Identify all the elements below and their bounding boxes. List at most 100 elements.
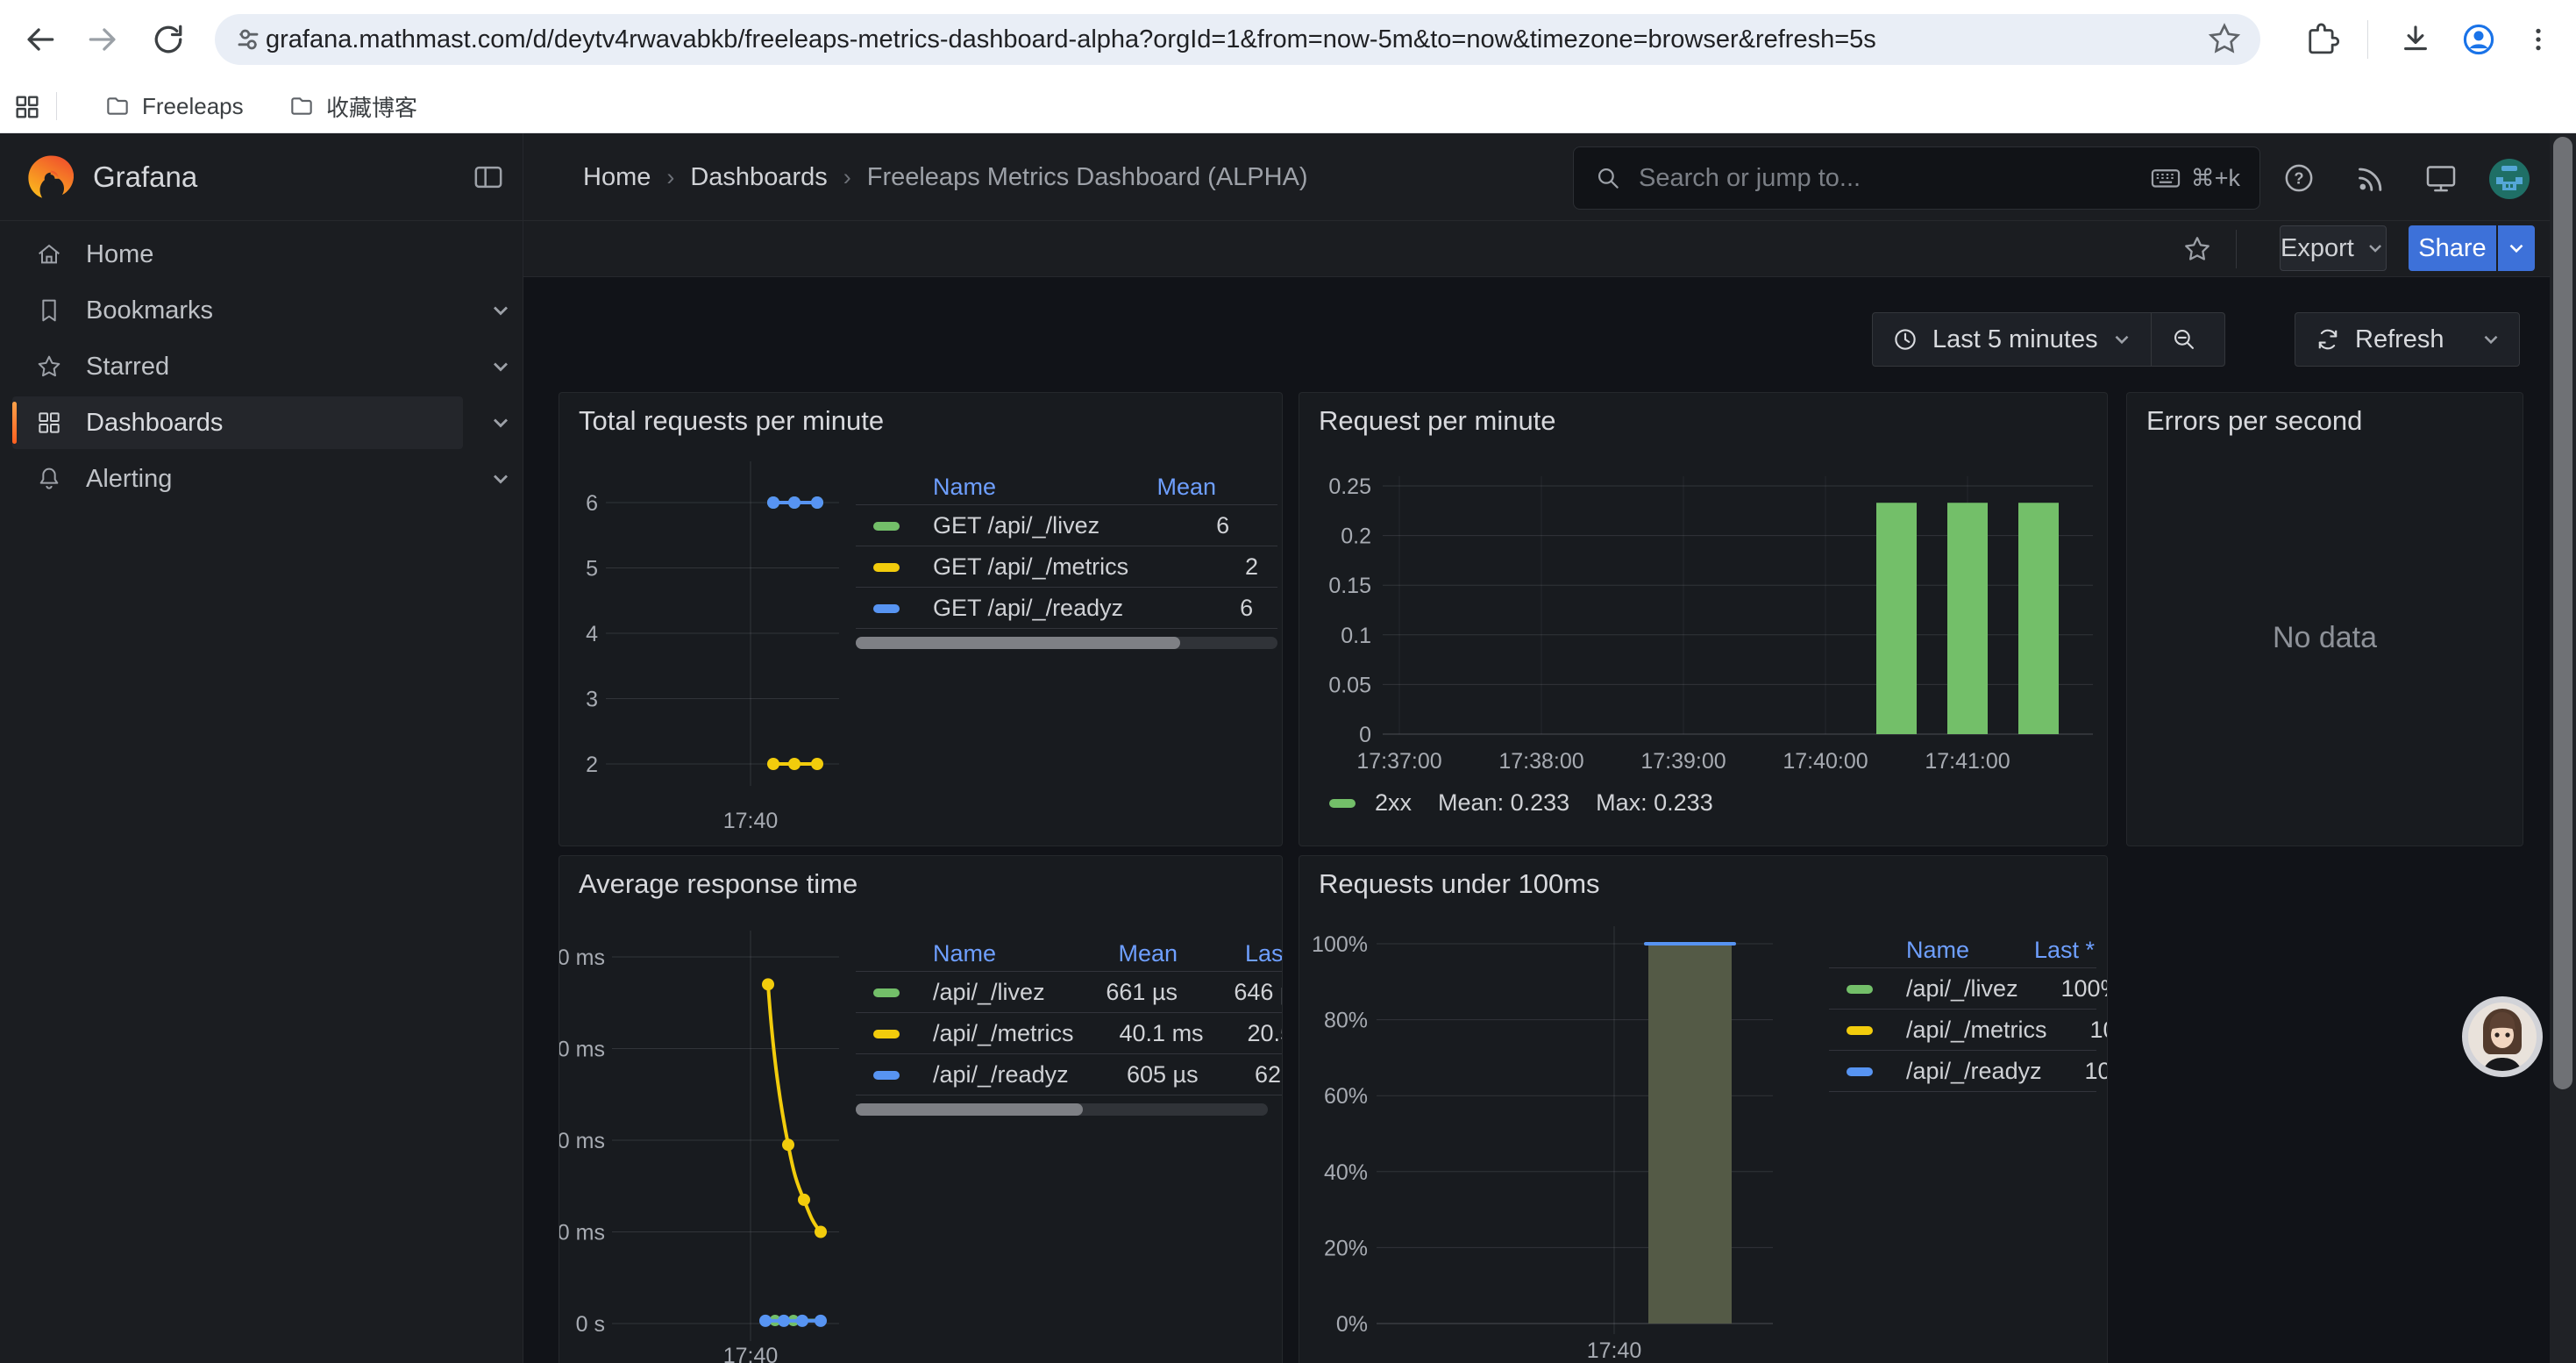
legend-table: NameMeanLast */api/_/livez661 µs646 µs/a… (856, 937, 1283, 1116)
series-color-swatch (873, 522, 900, 531)
legend-row[interactable]: /api/_/metrics100% (1829, 1010, 2096, 1051)
legend-swatch (1329, 799, 1356, 808)
sidebar-item-starred[interactable]: Starred (12, 340, 463, 393)
clock-icon (1890, 325, 1920, 354)
legend-row[interactable]: /api/_/livez100% (1829, 968, 2096, 1010)
legend-row[interactable]: GET /api/_/metrics2 (856, 546, 1277, 588)
svg-text:0.25: 0.25 (1328, 475, 1371, 499)
refresh-interval-dropdown[interactable] (2462, 313, 2520, 366)
refresh-button[interactable]: Refresh (2295, 313, 2462, 366)
panel-errors-per-second: Errors per second No data (2126, 392, 2523, 846)
browser-back-button[interactable] (20, 20, 59, 59)
refresh-icon (2313, 325, 2343, 354)
help-icon[interactable]: ? (2281, 161, 2316, 196)
legend-row[interactable]: GET /api/_/readyz6 (856, 588, 1277, 629)
share-dropdown-button[interactable] (2498, 225, 2535, 271)
site-info-icon[interactable] (231, 22, 266, 57)
url-text[interactable]: grafana.mathmast.com/d/deytv4rwavabkb/fr… (266, 25, 1876, 54)
chevron-down-icon[interactable] (488, 298, 513, 323)
sidebar-item-home[interactable]: Home (12, 228, 463, 281)
svg-text:60 ms: 60 ms (559, 1038, 605, 1062)
bell-icon (35, 465, 63, 493)
breadcrumb-dashboards[interactable]: Dashboards (690, 163, 827, 192)
browser-menu-icon[interactable] (2519, 20, 2558, 59)
legend-row[interactable]: /api/_/metrics40.1 ms20.5 ms (856, 1013, 1283, 1054)
svg-text:60%: 60% (1324, 1084, 1368, 1109)
legend-header[interactable]: NameMeanLast * (856, 937, 1283, 972)
svg-text:80 ms: 80 ms (559, 946, 605, 970)
panel-title[interactable]: Errors per second (2146, 405, 2362, 437)
search-input[interactable] (1637, 163, 2149, 194)
address-bar[interactable]: grafana.mathmast.com/d/deytv4rwavabkb/fr… (215, 14, 2260, 65)
zoom-out-icon (2169, 325, 2199, 354)
request-per-minute-chart[interactable]: 0.250.20.150.10.05017:37:0017:38:0017:39… (1299, 393, 2108, 788)
legend-h-scrollbar[interactable] (856, 1103, 1268, 1116)
legend-h-scrollbar[interactable] (856, 637, 1277, 649)
page-scrollbar[interactable] (2550, 133, 2576, 1363)
profile-icon[interactable] (2459, 20, 2498, 59)
chevron-down-icon[interactable] (488, 354, 513, 379)
svg-text:20%: 20% (1324, 1236, 1368, 1260)
chevron-down-icon (2365, 237, 2386, 260)
panel-request-per-minute: Request per minute 0.250.20.150.10.05017… (1299, 392, 2108, 846)
svg-text:0: 0 (1359, 723, 1371, 747)
svg-text:3: 3 (586, 688, 598, 712)
browser-reload-button[interactable] (149, 20, 188, 59)
dashboards-icon (35, 409, 63, 437)
news-rss-icon[interactable] (2353, 161, 2388, 196)
grafana-logo[interactable] (25, 153, 74, 202)
chevron-down-icon[interactable] (488, 467, 513, 491)
sidebar-toggle-icon[interactable] (471, 160, 506, 195)
share-button-group: Share (2409, 225, 2535, 271)
requests-under-100ms-chart[interactable]: 100%80%60%40%20%0%17:40 (1299, 856, 1825, 1363)
bookmark-folder-freeleaps[interactable]: Freeleaps (95, 86, 253, 126)
sidebar-item-label: Alerting (86, 465, 172, 494)
series-legend[interactable]: 2xx Mean: 0.233 Max: 0.233 (1329, 789, 1713, 817)
zoom-out-button[interactable] (2152, 313, 2217, 366)
svg-text:0.05: 0.05 (1328, 673, 1371, 697)
folder-icon (103, 92, 132, 120)
export-button[interactable]: Export (2280, 225, 2387, 271)
grafana-app: Grafana Home › Dashboards › Freeleaps Me… (0, 133, 2576, 1363)
legend-row[interactable]: /api/_/readyz605 µs620 µs (856, 1054, 1283, 1095)
favorite-star-icon[interactable] (2181, 233, 2213, 265)
search-shortcut: ⌘+k (2149, 161, 2240, 195)
legend-mean: Mean: 0.233 (1438, 789, 1569, 817)
search-box[interactable]: ⌘+k (1573, 146, 2260, 210)
user-avatar[interactable] (2489, 159, 2524, 194)
share-button[interactable]: Share (2409, 225, 2496, 271)
legend-row[interactable]: /api/_/readyz100% (1829, 1051, 2096, 1092)
assistant-avatar[interactable] (2460, 995, 2544, 1079)
svg-text:5: 5 (586, 557, 598, 582)
downloads-icon[interactable] (2396, 20, 2435, 59)
bookmarks-divider (56, 92, 57, 120)
sidebar-item-alerting[interactable]: Alerting (12, 453, 463, 505)
panel-total-requests: Total requests per minute 6543217:40 Nam… (559, 392, 1283, 846)
browser-forward-button[interactable] (84, 20, 123, 59)
scrollbar-thumb[interactable] (2553, 137, 2572, 1089)
series-color-swatch (1847, 1067, 1873, 1076)
breadcrumb-home[interactable]: Home (583, 163, 651, 192)
bookmark-star-icon[interactable] (2206, 20, 2243, 57)
bookmark-folder-blogs[interactable]: 收藏博客 (279, 86, 426, 126)
legend-header[interactable]: NameMean (856, 470, 1277, 505)
sidebar-item-label: Bookmarks (86, 296, 213, 325)
brand-name: Grafana (93, 161, 197, 194)
apps-grid-icon[interactable] (12, 92, 42, 122)
sidebar-item-label: Home (86, 240, 153, 269)
legend-row[interactable]: /api/_/livez661 µs646 µs (856, 972, 1283, 1013)
home-icon (35, 240, 63, 268)
time-range-picker[interactable]: Last 5 minutes (1873, 313, 2151, 366)
sidebar-item-dashboards[interactable]: Dashboards (12, 396, 463, 449)
legend-header[interactable]: NameLast * (1829, 933, 2096, 968)
extensions-icon[interactable] (2302, 20, 2340, 59)
legend-row[interactable]: GET /api/_/livez6 (856, 505, 1277, 546)
dashboard-canvas: Last 5 minutes Refresh Total requests pe… (523, 277, 2550, 1363)
sidebar-item-bookmarks[interactable]: Bookmarks (12, 284, 463, 337)
toolbar-divider (2367, 20, 2368, 59)
monitor-icon[interactable] (2423, 161, 2459, 196)
svg-text:17:41:00: 17:41:00 (1925, 749, 2010, 774)
series-color-swatch (1847, 985, 1873, 994)
chevron-down-icon[interactable] (488, 410, 513, 435)
svg-text:6: 6 (586, 491, 598, 516)
